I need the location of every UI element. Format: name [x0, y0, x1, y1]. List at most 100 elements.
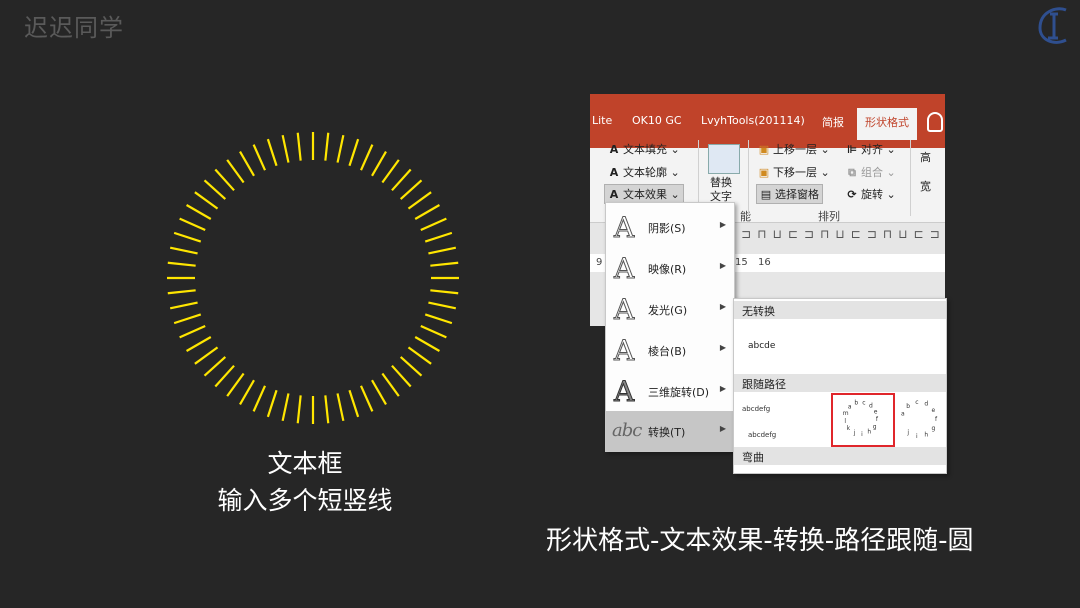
button-path-option[interactable]: abcdefghij: [894, 395, 944, 445]
tick-mark: [371, 151, 387, 177]
alt-text-icon: [708, 144, 740, 174]
tick-mark: [203, 179, 227, 200]
tick-mark: [186, 204, 212, 220]
group-button[interactable]: ⧉ 组合 ⌄: [846, 164, 896, 180]
tick-mark: [381, 372, 400, 397]
tab-lvyhtools[interactable]: LvyhTools(201114): [701, 114, 805, 127]
tick-mark: [407, 191, 432, 210]
button-path-preview: abc defghij: [901, 399, 938, 440]
3d-rotation-icon: A: [613, 375, 635, 409]
tick-mark: [169, 301, 198, 310]
tick-mark: [167, 289, 196, 295]
transform-icon: abc: [612, 420, 642, 441]
tick-ring: [167, 132, 459, 424]
menu-item-reflection[interactable]: A 映像(R) ▶: [606, 248, 734, 288]
menu-item-bevel[interactable]: A 棱台(B) ▶: [606, 330, 734, 370]
text-effects-button[interactable]: A 文本效果 ⌄: [604, 184, 684, 204]
tick-mark: [226, 159, 245, 184]
tab-lite[interactable]: Lite: [592, 114, 612, 127]
separator: [910, 140, 911, 216]
tick-mark: [194, 191, 219, 210]
tick-mark: [348, 138, 360, 167]
tick-mark: [391, 364, 412, 388]
arch-path-option[interactable]: abcdefg abcdefg: [738, 395, 798, 445]
no-transform-header: 无转换: [734, 301, 946, 319]
menu-item-transform[interactable]: abc 转换(T) ▶: [606, 411, 734, 451]
no-transform-option[interactable]: abcde: [748, 341, 775, 351]
tick-mark: [324, 132, 330, 161]
submenu-arrow-icon: ▶: [719, 261, 726, 270]
tick-mark: [348, 389, 360, 418]
tick-mark: [336, 134, 345, 163]
circle-path-option[interactable]: abcdefghijklm: [831, 393, 895, 447]
rotate-icon: ⟳: [847, 188, 857, 201]
menu-item-glow[interactable]: A 发光(G) ▶: [606, 289, 734, 329]
submenu-arrow-icon: ▶: [719, 424, 726, 433]
tick-mark: [281, 393, 290, 422]
arch-path-preview: abcdefg abcdefg: [742, 405, 776, 439]
send-backward-button[interactable]: ▣ 下移一层 ⌄: [758, 164, 830, 180]
height-field-label[interactable]: 高: [920, 149, 931, 165]
button-letter: i: [916, 433, 918, 440]
tick-mark: [430, 289, 459, 295]
tick-mark: [414, 336, 440, 352]
tick-mark: [214, 168, 235, 192]
menu-item-3d-rotation[interactable]: A 三维旋转(D) ▶: [606, 371, 734, 411]
button-letter: f: [935, 416, 938, 423]
bevel-icon: A: [613, 334, 635, 368]
button-letter: e: [932, 407, 936, 414]
send-backward-icon: ▣: [758, 166, 770, 179]
glow-icon: A: [613, 293, 635, 327]
circle-letter: g: [873, 423, 877, 430]
text-effects-icon: A: [609, 188, 619, 201]
lightbulb-icon[interactable]: [927, 112, 943, 132]
text-fill-button[interactable]: A 文本填充 ⌄: [608, 141, 680, 157]
button-letter: g: [931, 425, 935, 432]
tab-ok10[interactable]: OK10 GC: [632, 114, 682, 127]
caption-instruction: 输入多个短竖线: [217, 486, 393, 515]
bring-forward-button[interactable]: ▣ 上移一层 ⌄: [758, 141, 830, 157]
tick-mark: [173, 231, 202, 243]
caption-textbox: 文本框: [267, 449, 343, 478]
tick-mark: [420, 217, 447, 232]
submenu-arrow-icon: ▶: [719, 384, 726, 393]
caption-menu-path: 形状格式-文本效果-转换-路径跟随-圆: [546, 526, 974, 556]
bring-forward-icon: ▣: [758, 143, 770, 156]
logo-icon: [1038, 7, 1067, 44]
tick-mark: [281, 134, 290, 163]
text-outline-button[interactable]: A 文本轮廓 ⌄: [608, 164, 680, 180]
tick-mark: [399, 179, 423, 200]
text-outline-icon: A: [609, 166, 619, 179]
tick-mark: [336, 393, 345, 422]
rotate-button[interactable]: ⟳ 旋转 ⌄: [846, 186, 895, 202]
circle-letter: c: [862, 399, 865, 406]
circle-letter: d: [869, 402, 873, 409]
button-letter: b: [906, 403, 910, 410]
button-letter: a: [901, 411, 905, 418]
tick-mark: [391, 168, 412, 192]
submenu-arrow-icon: ▶: [719, 343, 726, 352]
tick-mark: [252, 144, 267, 171]
width-field-label[interactable]: 宽: [920, 178, 931, 194]
selection-pane-button[interactable]: ▤ 选择窗格: [756, 184, 823, 204]
tick-mark: [239, 379, 255, 405]
tick-mark: [239, 151, 255, 177]
tick-mark: [407, 346, 432, 365]
tick-mark: [179, 217, 206, 232]
circle-letter: j: [853, 430, 856, 437]
button-letter: c: [915, 399, 918, 406]
menu-item-shadow[interactable]: A 阴影(S) ▶: [606, 207, 734, 247]
tick-mark: [203, 356, 227, 377]
tick-mark: [381, 159, 400, 184]
align-button[interactable]: ⊫ 对齐 ⌄: [846, 141, 896, 157]
tick-mark: [194, 346, 219, 365]
circle-letter: l: [844, 418, 846, 425]
circle-letter: k: [847, 425, 851, 432]
tick-mark: [296, 395, 302, 424]
tick-mark: [428, 246, 457, 255]
tab-briefing[interactable]: 简报: [822, 114, 844, 130]
circle-letter: h: [867, 429, 871, 436]
tick-mark: [371, 379, 387, 405]
tab-shape-format[interactable]: 形状格式: [857, 108, 917, 140]
align-distribute-icons[interactable]: ⊏⊐⊓⊔⊏⊐⊓⊔⊏⊐⊓⊔⊏⊐⊓: [725, 227, 945, 241]
